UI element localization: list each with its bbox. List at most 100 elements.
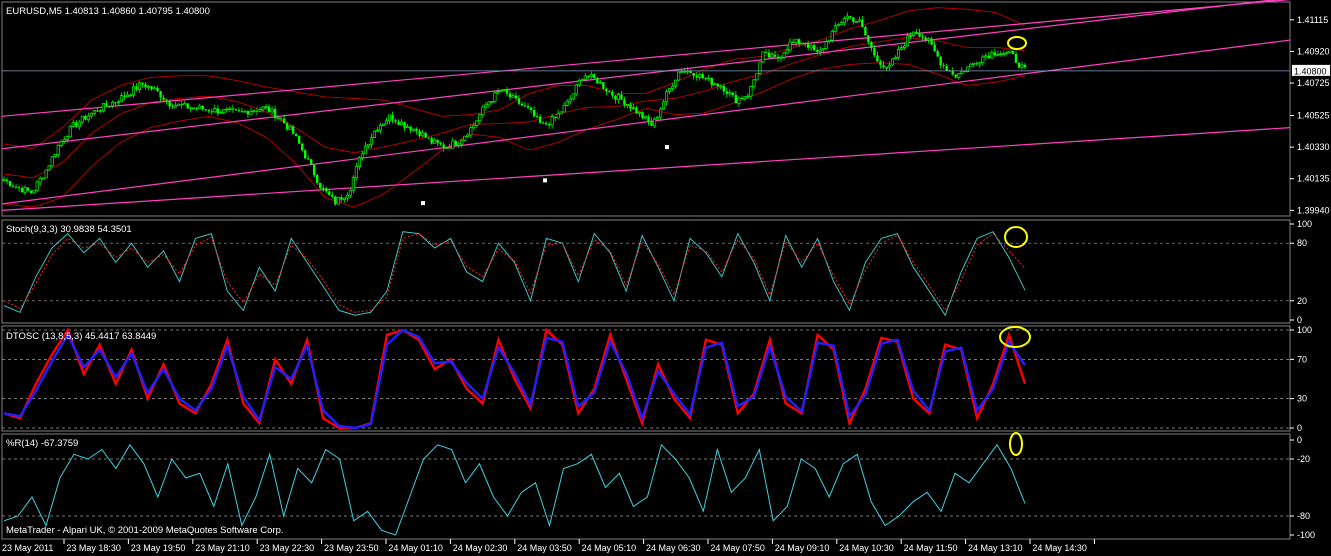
- candle-bull: [1005, 52, 1009, 54]
- candle-bull: [574, 84, 578, 95]
- candle-bear: [294, 133, 298, 136]
- candle-bear: [391, 114, 394, 121]
- time-tick-label: 24 May 09:10: [775, 543, 830, 553]
- candle-bull: [147, 85, 151, 88]
- candle-bull: [469, 127, 473, 136]
- candle-bear: [879, 61, 882, 65]
- candle-bull: [345, 194, 349, 199]
- price-tick-label: 1.40135: [1297, 174, 1330, 184]
- osc-tick-label: -100: [1297, 530, 1315, 540]
- trendline-anchor: [543, 178, 547, 183]
- candle-bear: [963, 71, 966, 73]
- candle-bull: [354, 166, 358, 178]
- candle-bear: [424, 132, 427, 138]
- candle-bull: [674, 79, 678, 87]
- candle-bull: [56, 145, 60, 155]
- candle-bull: [98, 110, 102, 113]
- candle-bear: [797, 39, 801, 44]
- candle-bear: [297, 135, 301, 144]
- candle-bear: [993, 52, 997, 56]
- candle-bear: [975, 63, 979, 65]
- candle-bear: [695, 75, 698, 78]
- candle-bear: [20, 188, 24, 193]
- candle-bear: [692, 72, 695, 76]
- candle-bull: [625, 104, 629, 106]
- candle-bull: [249, 111, 253, 115]
- time-tick-label: 24 May 11:50: [904, 543, 958, 553]
- candle-bull: [909, 35, 913, 37]
- candle-bear: [930, 38, 933, 45]
- candle-bear: [725, 91, 729, 94]
- candle-bull: [336, 196, 340, 205]
- candle-bear: [740, 98, 744, 100]
- candle-bear: [647, 116, 650, 122]
- time-tick-label: 24 May 14:30: [1032, 543, 1087, 553]
- candle-bull: [665, 91, 669, 103]
- candle-bull: [824, 41, 828, 49]
- candle-bull: [457, 143, 461, 146]
- candle-bear: [876, 55, 879, 62]
- candle-bear: [141, 82, 144, 85]
- candle-bear: [285, 123, 289, 130]
- candle-bull: [35, 181, 39, 191]
- candle-bull: [902, 45, 907, 48]
- candle-bear: [150, 86, 153, 90]
- candle-bull: [198, 105, 202, 109]
- candle-bull: [89, 112, 93, 117]
- candle-bear: [340, 197, 343, 200]
- candle-bear: [210, 111, 214, 113]
- candle-bear: [954, 74, 957, 78]
- candle-bull: [360, 153, 364, 159]
- candle-bull: [32, 189, 36, 194]
- candle-bear: [8, 180, 12, 186]
- candle-bull: [351, 177, 355, 191]
- candle-bull: [101, 102, 105, 112]
- candle-bear: [310, 159, 313, 165]
- chart-background: [0, 0, 1331, 556]
- price-tick-label: 1.40525: [1297, 110, 1330, 120]
- candle-bull: [912, 31, 916, 36]
- candle-bull: [978, 62, 982, 65]
- stoch-pane-title: Stoch(9,3,3) 30.9838 54.3501: [6, 224, 132, 235]
- candle-bear: [716, 83, 719, 87]
- time-tick-label: 24 May 03:50: [517, 543, 572, 553]
- candle-bull: [192, 107, 196, 110]
- candle-bull: [562, 105, 566, 113]
- candle-bull: [44, 169, 48, 179]
- candle-bull: [131, 86, 136, 96]
- candle-bull: [637, 111, 642, 114]
- osc-tick-label: 100: [1297, 219, 1312, 229]
- candle-bear: [279, 117, 283, 119]
- candle-bear: [514, 95, 518, 99]
- candle-bear: [114, 102, 117, 104]
- candle-bear: [237, 110, 241, 112]
- candle-bull: [833, 25, 837, 32]
- candle-bear: [623, 99, 626, 105]
- candle-bull: [659, 108, 663, 118]
- osc-tick-label: 0: [1297, 423, 1302, 433]
- candle-bull: [589, 73, 593, 77]
- candle-bull: [86, 115, 90, 120]
- candle-bull: [357, 157, 361, 167]
- candle-bear: [614, 95, 617, 100]
- candle-bull: [222, 109, 226, 113]
- candle-bear: [864, 26, 867, 36]
- candle-bear: [234, 109, 238, 111]
- candle-bull: [41, 177, 45, 180]
- candle-bull: [749, 86, 753, 97]
- candle-bull: [243, 110, 247, 113]
- candle-bull: [680, 71, 684, 73]
- time-tick-label: 23 May 21:10: [195, 543, 250, 553]
- candle-bull: [363, 145, 367, 155]
- candle-bull: [782, 52, 786, 58]
- candle-bull: [213, 108, 217, 113]
- candle-bull: [110, 101, 114, 107]
- candle-bear: [216, 108, 220, 114]
- candle-bear: [544, 123, 548, 125]
- candle-bull: [499, 90, 503, 93]
- mt4-chart[interactable]: 1.41115 1.40920 1.40725 1.40525 1.40330 1.401…: [0, 0, 1331, 556]
- candle-bull: [656, 116, 660, 120]
- candle-bear: [508, 93, 512, 98]
- candle-bull: [92, 110, 96, 114]
- candle-bull: [228, 108, 232, 110]
